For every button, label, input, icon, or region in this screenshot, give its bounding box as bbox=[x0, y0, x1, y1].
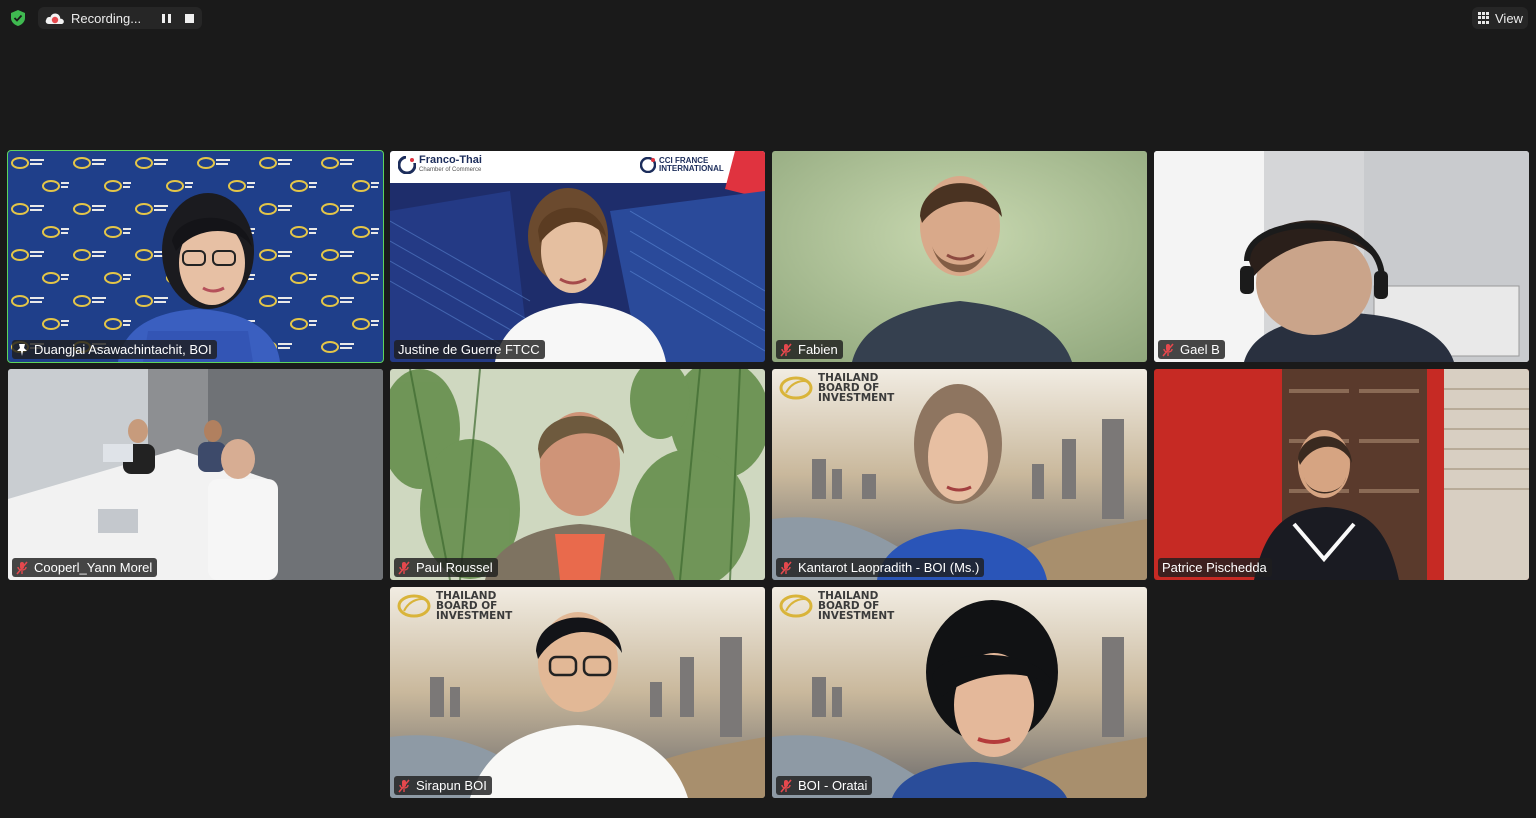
shield-check-icon[interactable] bbox=[9, 9, 27, 27]
garden-backdrop bbox=[390, 369, 765, 580]
office-backdrop bbox=[1154, 151, 1529, 362]
participant-name-label: BOI - Oratai bbox=[776, 776, 873, 795]
cci-emblem-icon bbox=[640, 157, 656, 173]
zoom-meeting-window: Recording... View Duangjai Asawachintach… bbox=[0, 0, 1536, 818]
cci-france-logo: CCI FRANCE INTERNATIONAL bbox=[640, 157, 724, 173]
boi-line-3: INVESTMENT bbox=[818, 392, 895, 404]
participant-name: Paul Roussel bbox=[416, 560, 493, 575]
meeting-room-backdrop bbox=[8, 369, 383, 580]
participant-name-label: Paul Roussel bbox=[394, 558, 498, 577]
participant-name-label: Duangjai Asawachintachit, BOI bbox=[12, 340, 217, 359]
ftcc-backdrop bbox=[390, 151, 765, 362]
boi-swirl-icon bbox=[779, 376, 813, 400]
cci-line-2: INTERNATIONAL bbox=[659, 164, 724, 173]
muted-mic-icon bbox=[398, 778, 410, 793]
boi-logo: THAILAND BOARD OF INVESTMENT bbox=[778, 591, 894, 621]
participant-tile[interactable]: Paul Roussel bbox=[390, 369, 765, 580]
participant-tile[interactable]: THAILAND BOARD OF INVESTMENT Kantarot La… bbox=[772, 369, 1147, 580]
pause-icon bbox=[161, 13, 171, 23]
participant-name: Cooperl_Yann Morel bbox=[34, 560, 153, 575]
boi-swirl-icon bbox=[397, 594, 431, 618]
muted-mic-icon bbox=[398, 560, 410, 575]
view-label: View bbox=[1495, 10, 1523, 26]
participant-name: BOI - Oratai bbox=[798, 778, 868, 793]
ftcc-subtitle: Chamber of Commerce bbox=[419, 167, 482, 173]
boi-swirl-icon bbox=[779, 594, 813, 618]
participant-name: Gael B bbox=[1180, 342, 1220, 357]
grid-view-icon bbox=[1478, 12, 1490, 24]
muted-mic-icon bbox=[780, 560, 792, 575]
participant-name: Kantarot Laopradith - BOI (Ms.) bbox=[798, 560, 980, 575]
participant-tile[interactable]: Cooperl_Yann Morel bbox=[8, 369, 383, 580]
participant-name-label: Sirapun BOI bbox=[394, 776, 492, 795]
boi-line-3: INVESTMENT bbox=[436, 610, 513, 622]
participant-name: Sirapun BOI bbox=[416, 778, 487, 793]
participant-name: Justine de Guerre FTCC bbox=[398, 342, 540, 357]
participant-name-label: Kantarot Laopradith - BOI (Ms.) bbox=[776, 558, 985, 577]
room-backdrop bbox=[772, 151, 1147, 362]
participant-name-label: Gael B bbox=[1158, 340, 1225, 359]
recording-label: Recording... bbox=[71, 10, 142, 26]
boi-logo: THAILAND BOARD OF INVESTMENT bbox=[778, 373, 894, 403]
participant-tile[interactable]: Gael B bbox=[1154, 151, 1529, 362]
participant-name-label: Patrice Pischedda bbox=[1158, 558, 1272, 577]
franco-thai-logo: Franco-Thai Chamber of Commerce bbox=[398, 155, 482, 175]
ftcc-title: Franco-Thai bbox=[419, 154, 482, 166]
pin-icon bbox=[17, 343, 27, 356]
recording-indicator: Recording... bbox=[38, 7, 202, 29]
boi-logo: THAILAND BOARD OF INVESTMENT bbox=[396, 591, 512, 621]
participant-name-label: Fabien bbox=[776, 340, 843, 359]
red-room-backdrop bbox=[1154, 369, 1529, 580]
participant-tile[interactable]: Fabien bbox=[772, 151, 1147, 362]
boi-line-3: INVESTMENT bbox=[818, 610, 895, 622]
stop-recording-button[interactable] bbox=[181, 10, 197, 26]
participant-name-label: Justine de Guerre FTCC bbox=[394, 340, 545, 359]
muted-mic-icon bbox=[16, 560, 28, 575]
participant-tile[interactable]: Duangjai Asawachintachit, BOI bbox=[7, 150, 384, 363]
participant-name: Duangjai Asawachintachit, BOI bbox=[34, 342, 212, 357]
participant-tile[interactable]: THAILAND BOARD OF INVESTMENT Sirapun BOI bbox=[390, 587, 765, 798]
cloud-recording-icon bbox=[45, 13, 64, 24]
ftcc-emblem-icon bbox=[398, 156, 416, 174]
stop-icon bbox=[184, 13, 194, 23]
participant-name: Patrice Pischedda bbox=[1162, 560, 1267, 575]
view-button[interactable]: View bbox=[1472, 7, 1528, 29]
boi-backdrop bbox=[8, 151, 383, 362]
muted-mic-icon bbox=[780, 778, 792, 793]
participant-name-label: Cooperl_Yann Morel bbox=[12, 558, 158, 577]
participant-tile[interactable]: THAILAND BOARD OF INVESTMENT BOI - Orata… bbox=[772, 587, 1147, 798]
participant-name: Fabien bbox=[798, 342, 838, 357]
muted-mic-icon bbox=[780, 342, 792, 357]
participant-tile[interactable]: Franco-Thai Chamber of Commerce CCI FRAN… bbox=[390, 151, 765, 362]
top-bar: Recording... View bbox=[0, 0, 1536, 36]
participant-tile[interactable]: Patrice Pischedda bbox=[1154, 369, 1529, 580]
pause-recording-button[interactable] bbox=[158, 10, 174, 26]
muted-mic-icon bbox=[1162, 342, 1174, 357]
